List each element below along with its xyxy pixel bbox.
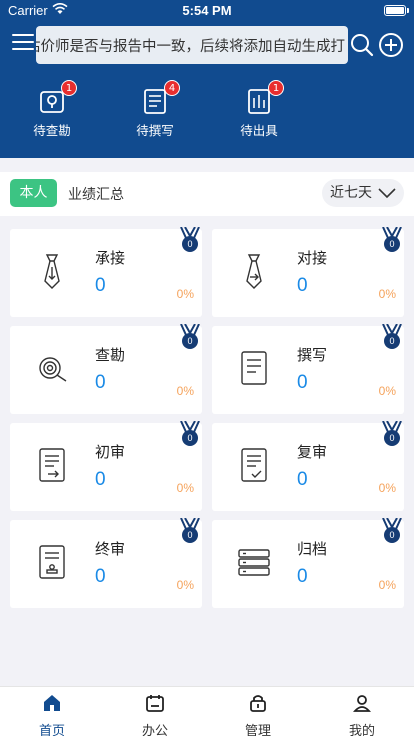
tab-home[interactable]: 首页	[22, 693, 82, 736]
card-percent: 0%	[378, 578, 396, 592]
search-icon[interactable]	[350, 33, 374, 57]
medal-count: 0	[182, 333, 198, 349]
bottom-tab-bar: 首页 办公 管理 我的	[0, 686, 414, 736]
medal-icon: 0	[382, 227, 402, 253]
medal-icon: 0	[180, 324, 200, 350]
clock: 5:54 PM	[182, 3, 232, 18]
medal-icon: 0	[180, 518, 200, 544]
chevron-down-icon	[378, 188, 396, 199]
issue-report-icon: 1	[244, 80, 284, 116]
medal-count: 0	[384, 333, 400, 349]
notice-text: 估价师是否与报告中一致，后续将添加自动生成打	[36, 39, 345, 55]
stat-card-accept[interactable]: 承接 0 0% 0	[10, 227, 202, 317]
lock-bag-icon	[250, 695, 266, 712]
card-title: 对接	[297, 249, 328, 267]
stat-card-archive[interactable]: 归档 0 0% 0	[212, 518, 404, 608]
tab-label: 办公	[141, 724, 168, 736]
write-doc-icon: 4	[140, 80, 180, 116]
tab-mine[interactable]: 我的	[332, 693, 392, 736]
card-title: 撰写	[297, 346, 328, 364]
status-bar: Carrier 5:54 PM	[0, 0, 414, 22]
medal-count: 0	[384, 527, 400, 543]
medal-icon: 0	[382, 421, 402, 447]
tab-label: 管理	[244, 724, 271, 736]
medal-icon: 0	[382, 518, 402, 544]
card-title: 终审	[95, 540, 126, 558]
tie-out-icon	[246, 254, 262, 289]
card-count: 0	[297, 372, 308, 393]
tie-in-icon	[44, 254, 60, 289]
medal-count: 0	[182, 527, 198, 543]
stat-card-final-review[interactable]: 终审 0 0% 0	[10, 518, 202, 608]
card-percent: 0%	[176, 384, 194, 398]
document-check-icon	[241, 448, 267, 482]
quick-action-issue[interactable]: 1 待出具	[224, 80, 294, 139]
home-icon	[44, 695, 60, 711]
menu-icon[interactable]	[12, 34, 34, 54]
card-percent: 0%	[176, 578, 194, 592]
filter-bar: 本人 业绩汇总 近七天	[0, 172, 414, 216]
card-title: 承接	[95, 249, 126, 267]
card-percent: 0%	[378, 287, 396, 301]
user-icon	[353, 695, 371, 712]
tab-office[interactable]: 办公	[125, 693, 185, 736]
date-range-value: 近七天	[330, 185, 372, 201]
card-percent: 0%	[176, 287, 194, 301]
badge-count: 1	[268, 80, 284, 96]
card-count: 0	[95, 566, 106, 587]
date-range-select[interactable]: 近七天	[322, 179, 404, 207]
quick-action-label: 待撰写	[136, 123, 174, 138]
card-count: 0	[297, 275, 308, 296]
performance-summary-label: 业绩汇总	[68, 187, 124, 203]
tab-manage[interactable]: 管理	[228, 693, 288, 736]
quick-action-write[interactable]: 4 待撰写	[120, 80, 190, 139]
calendar-icon	[146, 695, 164, 712]
stat-card-handover[interactable]: 对接 0 0% 0	[212, 227, 404, 317]
medal-count: 0	[384, 430, 400, 446]
self-filter-button[interactable]: 本人	[10, 179, 57, 207]
badge-count: 1	[61, 80, 77, 96]
card-count: 0	[95, 469, 106, 490]
add-circle-icon[interactable]	[378, 32, 404, 58]
card-percent: 0%	[378, 481, 396, 495]
medal-count: 0	[384, 236, 400, 252]
app-header: Carrier 5:54 PM 估价师是否与报告中一致，后续将添加自动生成打 1	[0, 0, 414, 158]
quick-action-survey[interactable]: 1 待查勘	[17, 80, 87, 139]
medal-count: 0	[182, 236, 198, 252]
medal-count: 0	[182, 430, 198, 446]
badge-count: 4	[164, 80, 180, 96]
card-count: 0	[297, 469, 308, 490]
document-arrow-icon	[39, 448, 65, 482]
stat-card-write[interactable]: 撰写 0 0% 0	[212, 324, 404, 414]
medal-icon: 0	[382, 324, 402, 350]
card-count: 0	[297, 566, 308, 587]
card-title: 复审	[297, 443, 328, 461]
notice-marquee[interactable]: 估价师是否与报告中一致，后续将添加自动生成打	[36, 26, 348, 64]
archive-icon	[238, 549, 270, 576]
document-stamp-icon	[39, 545, 65, 579]
stat-card-second-review[interactable]: 复审 0 0% 0	[212, 421, 404, 511]
card-percent: 0%	[176, 481, 194, 495]
survey-pin-icon: 1	[37, 80, 77, 116]
tab-label: 我的	[348, 724, 375, 736]
card-percent: 0%	[378, 384, 396, 398]
card-title: 查勘	[95, 346, 126, 364]
medal-icon: 0	[180, 227, 200, 253]
tab-label: 首页	[38, 724, 65, 736]
card-count: 0	[95, 372, 106, 393]
quick-action-label: 待查勘	[33, 123, 71, 138]
card-title: 初审	[95, 443, 126, 461]
stat-card-survey[interactable]: 查勘 0 0% 0	[10, 324, 202, 414]
target-icon	[39, 357, 67, 382]
document-icon	[241, 351, 267, 385]
card-title: 归档	[297, 540, 328, 558]
card-count: 0	[95, 275, 106, 296]
stat-card-first-review[interactable]: 初审 0 0% 0	[10, 421, 202, 511]
battery-icon	[384, 5, 406, 16]
quick-action-label: 待出具	[240, 123, 278, 138]
medal-icon: 0	[180, 421, 200, 447]
